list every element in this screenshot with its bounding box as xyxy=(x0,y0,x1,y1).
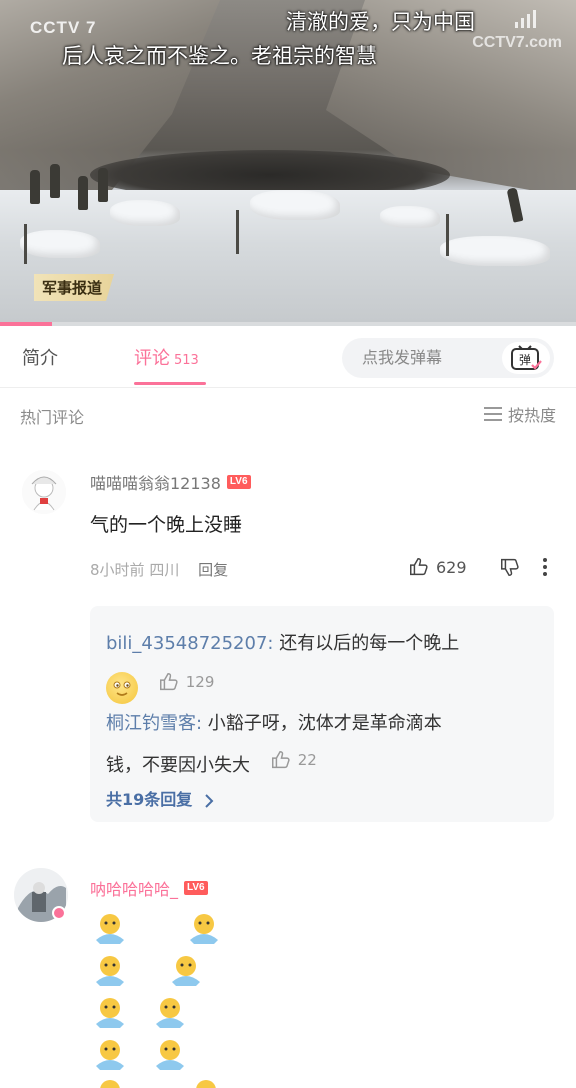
thumbs-up-icon xyxy=(410,558,428,576)
reply-like-button[interactable]: 129 xyxy=(158,664,215,700)
reply-like-count: 129 xyxy=(185,673,215,691)
comment-text: 气的一个晚上没睡 xyxy=(90,514,243,536)
sort-label: 按热度 xyxy=(507,406,556,425)
view-more-replies-link[interactable]: 共19条回复 xyxy=(106,786,214,810)
avatar[interactable] xyxy=(22,470,66,514)
sort-button[interactable]: 按热度 xyxy=(483,402,556,426)
chevron-right-icon xyxy=(205,793,214,808)
thumbs-down-icon[interactable] xyxy=(499,556,521,578)
sticker-emoji-icon xyxy=(96,1040,124,1070)
sticker-emoji-icon xyxy=(96,914,124,944)
sticker-emoji-icon xyxy=(96,956,124,986)
tab-comments-label: 评论 xyxy=(134,348,170,369)
comment-time: 8小时前 xyxy=(90,561,145,579)
svg-text:弹: 弹 xyxy=(519,353,531,367)
thumbs-up-icon xyxy=(271,751,290,769)
reply-like-count: 22 xyxy=(297,751,317,769)
hot-comments-title: 热门评论 xyxy=(20,408,85,427)
comment-actions: 629 xyxy=(408,556,549,578)
reply-text: 小豁子呀，沈体才是革命滴本 xyxy=(202,713,442,734)
danmaku-text: 清澈的爱，只为中国 xyxy=(286,10,475,34)
sticker-emoji-icon xyxy=(190,914,218,944)
comment-username[interactable]: 喵喵喵翁翁12138 LV6 xyxy=(90,470,251,494)
reply-text: 还有以后的每一个晚上 xyxy=(273,633,460,654)
reply-item-row2: 129 xyxy=(106,664,536,706)
like-count: 629 xyxy=(436,557,467,577)
channel-watermark: CCTV7.com xyxy=(472,34,562,51)
level-badge: LV6 xyxy=(184,881,208,895)
danmaku-text: 后人哀之而不鉴之。老祖宗的智慧 xyxy=(62,44,377,68)
reply-item-row2: 钱，不要因小失大 22 xyxy=(106,742,536,784)
danmaku-toggle-icon[interactable]: 弹 xyxy=(502,342,550,374)
sticker-emoji-icon xyxy=(172,956,200,986)
sticker-emoji-icon xyxy=(196,1080,216,1088)
comment-location: 四川 xyxy=(149,561,180,579)
reply-like-button[interactable]: 22 xyxy=(270,742,317,778)
vip-badge-icon xyxy=(52,906,66,920)
danmaku-input[interactable]: 点我发弹幕 弹 xyxy=(342,338,554,378)
sort-icon xyxy=(483,407,502,421)
video-player[interactable]: CCTV 7 CCTV7.com 清澈的爱，只为中国 后人哀之而不鉴之。老祖宗的… xyxy=(0,0,576,326)
reply-preview-box[interactable]: bili_43548725207: 还有以后的每一个晚上 129 桐江钓雪客: … xyxy=(90,606,554,822)
reply-button[interactable]: 回复 xyxy=(198,561,228,579)
comment-username[interactable]: 呐哈哈哈哈_ LV6 xyxy=(90,876,208,900)
thumbs-up-icon xyxy=(159,673,178,691)
tab-active-indicator xyxy=(134,382,206,385)
sticker-emoji-icon xyxy=(156,998,184,1028)
reply-item: 桐江钓雪客: 小豁子呀，沈体才是革命滴本 xyxy=(106,706,536,742)
tab-comments[interactable]: 评论 513 xyxy=(134,344,199,370)
program-badge: 军事报道 xyxy=(34,274,115,301)
sticker-emoji-icon xyxy=(156,1040,184,1070)
signal-icon xyxy=(515,10,536,28)
tab-bar: 简介 评论 513 点我发弹幕 弹 xyxy=(0,326,576,388)
tab-intro[interactable]: 简介 xyxy=(22,344,58,370)
reply-item: bili_43548725207: 还有以后的每一个晚上 xyxy=(106,626,536,662)
sticker-emoji-icon xyxy=(100,1080,120,1088)
like-button[interactable]: 629 xyxy=(408,556,467,578)
channel-logo: CCTV 7 xyxy=(30,18,97,37)
sticker-emoji-icon xyxy=(96,998,124,1028)
comment-count: 513 xyxy=(174,353,199,368)
reply-username[interactable]: 桐江钓雪客: xyxy=(106,713,202,734)
danmaku-input-placeholder: 点我发弹幕 xyxy=(362,348,443,367)
more-options-icon[interactable] xyxy=(541,556,549,578)
reply-text-cont: 钱，不要因小失大 xyxy=(106,755,250,776)
reply-username[interactable]: bili_43548725207: xyxy=(106,633,273,654)
level-badge: LV6 xyxy=(226,475,251,489)
smile-emoji-icon xyxy=(106,672,138,704)
comment-meta: 8小时前 四川 回复 xyxy=(90,559,228,580)
